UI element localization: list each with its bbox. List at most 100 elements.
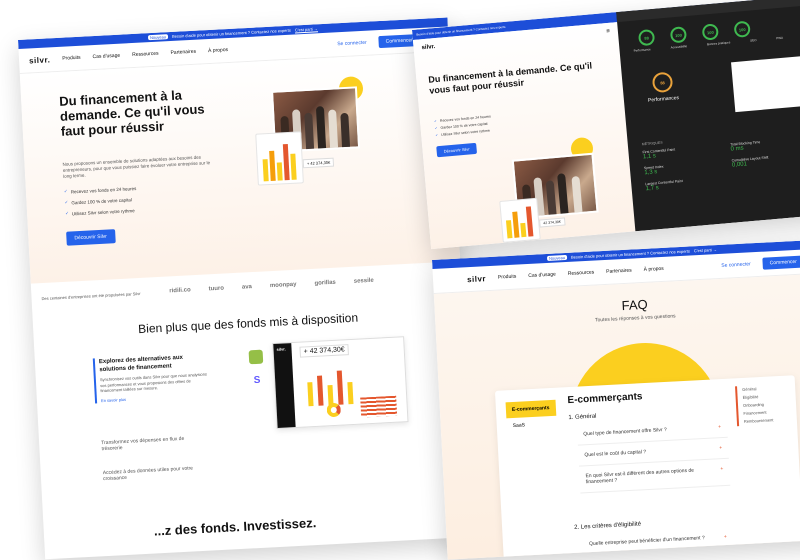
check-icon: ✓ bbox=[63, 188, 68, 194]
metric: Largest Contentful Paint 1,7 s bbox=[645, 178, 683, 193]
nav-item-a-propos[interactable]: À propos bbox=[208, 47, 228, 54]
dashboard-logo: silvr. bbox=[276, 346, 286, 352]
faq-screenshot: Nouveau Besoin d'aide pour obtenir un fi… bbox=[432, 239, 800, 560]
stripe-icon: S bbox=[249, 373, 265, 389]
preview-logo: silvr. bbox=[421, 44, 436, 52]
faq-list: Quel type de financement offre Silvr ? + … bbox=[576, 416, 731, 494]
nav-item-partenaires[interactable]: Partenaires bbox=[170, 49, 196, 56]
bar-list bbox=[360, 395, 398, 418]
lighthouse-panel: 88 100 100 100 Performance Accessibilité B… bbox=[616, 0, 800, 232]
banner-tag: Nouveau bbox=[546, 254, 568, 261]
toc-item[interactable]: Remboursement bbox=[744, 416, 774, 426]
revenue-chart-card bbox=[255, 131, 304, 186]
hero-checklist: ✓ Recevez vos fonds en 24 heures ✓ Gardez … bbox=[64, 180, 138, 217]
plus-icon: + bbox=[718, 424, 722, 431]
banner-link[interactable]: C'est parti → bbox=[694, 247, 717, 253]
banner-link[interactable]: C'est parti → bbox=[295, 26, 318, 32]
homepage-screenshot: Nouveau Besoin d'aide pour obtenir un fi… bbox=[18, 17, 475, 560]
nav-item-a-propos[interactable]: À propos bbox=[644, 266, 664, 273]
group-eligibility: 2. Les critères d'éligibilité bbox=[574, 521, 642, 531]
dashboard-sidebar: silvr. bbox=[273, 343, 296, 428]
menu-icon[interactable]: ≡ bbox=[606, 29, 610, 35]
plus-icon: + bbox=[723, 533, 728, 541]
partner-logo: gorillas bbox=[314, 279, 336, 287]
plus-icon: + bbox=[719, 445, 723, 452]
nav-item-partenaires[interactable]: Partenaires bbox=[606, 268, 632, 275]
metrics-grid: First Contentful Paint 1,1 s Total Blocki… bbox=[642, 136, 800, 193]
silvr-logo[interactable]: silvr bbox=[467, 274, 486, 284]
metrics-header: MÉTRIQUES bbox=[641, 140, 663, 147]
nav-item-produits[interactable]: Produits bbox=[62, 55, 81, 62]
metric: Speed Index 1,3 s bbox=[643, 164, 664, 177]
partner-logo: ridili.co bbox=[169, 287, 191, 295]
preview-amount: 42 374,30€ bbox=[539, 217, 566, 228]
bottom-title: ...z des fonds. Investissez. bbox=[153, 515, 317, 539]
feature3[interactable]: Accédez à des données utiles pour votre … bbox=[103, 465, 203, 482]
check-icon: ✓ bbox=[434, 126, 438, 131]
feature-active[interactable]: Explorez des alternatives aux solutions … bbox=[92, 352, 211, 403]
dashboard-amount: + 42 374,30€ bbox=[299, 344, 350, 358]
check-icon: ✓ bbox=[433, 119, 438, 124]
partner-logo: sessile bbox=[353, 277, 374, 285]
feature2[interactable]: Transformez vos dépenses en flux de trés… bbox=[101, 435, 201, 452]
check-item: ✓ Recevez vos fonds en 24 heures bbox=[63, 185, 137, 194]
mobile-site-preview: silvr. ≡ Du financement à la demande. Ce… bbox=[412, 22, 636, 250]
nav-item-cas-usage[interactable]: Cas d'usage bbox=[92, 53, 120, 60]
check-icon: ✓ bbox=[435, 133, 439, 138]
feature1-title: Explorez des alternatives aux solutions … bbox=[98, 354, 184, 374]
check-item: ✓ Utilisez Silvr selon votre rythme bbox=[435, 128, 491, 138]
check-icon: ✓ bbox=[64, 199, 69, 205]
page-thumbnail bbox=[731, 56, 800, 113]
feature1-link[interactable]: En savoir plus bbox=[101, 392, 211, 402]
hero-section: Du financement à la demande. Ce qu'il vo… bbox=[19, 51, 461, 284]
performance-gauge: 88 bbox=[651, 71, 674, 94]
shopify-icon bbox=[248, 349, 264, 365]
check-item: ✓ Gardez 100 % de votre capital bbox=[64, 196, 132, 205]
banner-tag: Nouveau bbox=[147, 34, 169, 41]
partner-logo: ava bbox=[241, 284, 253, 291]
preview-hero-title: Du financement à la demande. Ce qu'il vo… bbox=[427, 60, 593, 96]
nav-item-ressources[interactable]: Ressources bbox=[132, 51, 159, 58]
hero-subtitle: Nous proposons un ensemble de solutions … bbox=[62, 154, 211, 179]
score-accessibility: 100 bbox=[669, 26, 688, 44]
partner-logo: moonpay bbox=[269, 281, 297, 290]
audit-screenshot: Besoin d'aide pour obtenir un financemen… bbox=[412, 0, 800, 250]
metric: First Contentful Paint 1,1 s bbox=[642, 147, 676, 161]
nav-item-ressources[interactable]: Ressources bbox=[568, 270, 595, 277]
features-section: Explorez des alternatives aux solutions … bbox=[34, 319, 473, 521]
discover-button[interactable]: Découvrir Silvr bbox=[66, 229, 116, 246]
amount-badge: + 42 374,30€ bbox=[302, 157, 335, 169]
faq-question[interactable]: Quelle entreprise peut bénéficier d'un f… bbox=[582, 526, 734, 556]
preview-chart-card bbox=[499, 197, 541, 243]
partner-logo: tuuro bbox=[208, 285, 225, 293]
tab-saas[interactable]: SaaS bbox=[506, 416, 557, 435]
score-seo: 100 bbox=[733, 20, 751, 38]
metric: Cumulative Layout Shift 0,001 bbox=[731, 155, 769, 169]
partners-text: Des centaines d'entreprises ont été prop… bbox=[41, 290, 141, 301]
score-best-practices: 100 bbox=[701, 23, 719, 41]
performance-label: Performances bbox=[647, 94, 680, 104]
donut-chart bbox=[326, 402, 342, 418]
section-title: E-commerçants bbox=[567, 391, 643, 407]
faq-panel: E-commerçants SaaS E-commerçants 1. Géné… bbox=[494, 375, 800, 560]
score-performance: 88 bbox=[637, 28, 656, 47]
faq-body: FAQ Toutes les réponses à vos questions … bbox=[433, 273, 800, 560]
silvr-logo[interactable]: silvr. bbox=[29, 55, 51, 65]
hero-title: Du financement à la demande. Ce qu'il vo… bbox=[58, 87, 205, 139]
table-of-contents: Général Éligibilité Onboarding Financeme… bbox=[735, 384, 774, 427]
login-link[interactable]: Se connecter bbox=[337, 40, 367, 48]
metric: Total Blocking Time 0 ms bbox=[730, 140, 761, 153]
plus-icon: + bbox=[720, 466, 724, 473]
category-tabs: E-commerçants SaaS bbox=[505, 399, 558, 435]
nav-item-produits[interactable]: Produits bbox=[498, 274, 517, 281]
preview-discover-button[interactable]: Découvrir Silvr bbox=[436, 142, 478, 158]
check-item: ✓ Utilisez Silvr selon votre rythme bbox=[65, 207, 135, 216]
login-link[interactable]: Se connecter bbox=[721, 261, 751, 269]
start-button[interactable]: Commencer bbox=[762, 255, 800, 270]
dashboard-card: silvr. + 42 374,30€ bbox=[272, 336, 409, 429]
check-icon: ✓ bbox=[65, 210, 70, 216]
nav-item-cas-usage[interactable]: Cas d'usage bbox=[528, 272, 556, 279]
preview-checklist: ✓ Recevez vos fonds en 24 heures ✓ Gardez … bbox=[434, 111, 493, 137]
feature1-text: Synchronisez vos outils dans Silvr pour … bbox=[99, 371, 208, 394]
group-general: 1. Général bbox=[568, 413, 597, 422]
